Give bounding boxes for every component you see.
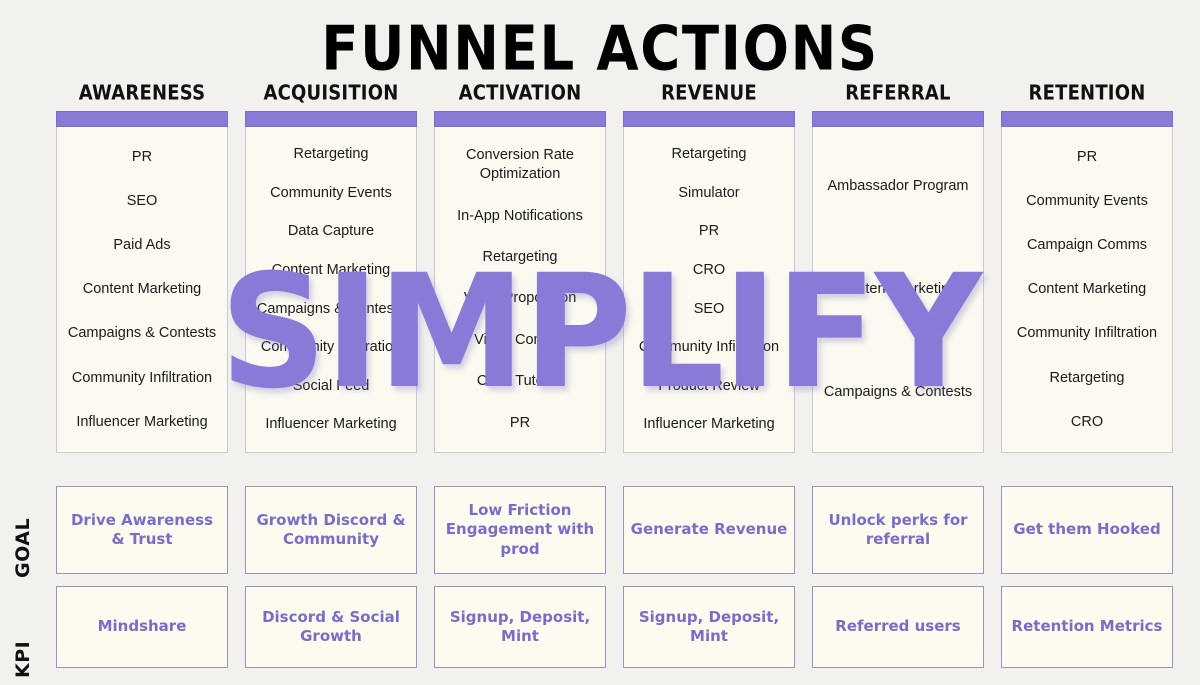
action-item: Simulator bbox=[678, 184, 740, 201]
goal-cell: Generate Revenue bbox=[623, 486, 795, 574]
action-item: PR bbox=[1076, 148, 1098, 165]
goal-cell: Get them Hooked bbox=[1001, 486, 1173, 574]
funnel-columns: AWARENESS PR SEO Paid Ads Content Marketing C… bbox=[56, 81, 1192, 453]
actions-list: Conversion Rate Optimization In-App Notif… bbox=[434, 127, 606, 453]
column-header-activation: ACTIVATION bbox=[458, 81, 582, 105]
action-item: Content Marketing bbox=[838, 281, 958, 298]
actions-list: Ambassador Program Content Marketing Campa… bbox=[812, 127, 984, 453]
action-item: Campaigns & Contests bbox=[67, 325, 217, 342]
column-accent-bar bbox=[245, 111, 417, 127]
action-item: Influencer Marketing bbox=[643, 416, 775, 433]
action-item: Retargeting bbox=[293, 146, 369, 163]
action-item: Community Events bbox=[270, 184, 392, 201]
action-item: Influencer Marketing bbox=[76, 413, 208, 430]
column-accent-bar bbox=[812, 111, 984, 127]
goal-row: Drive Awareness & Trust Growth Discord & … bbox=[56, 486, 1192, 574]
kpi-cell: Referred users bbox=[812, 586, 984, 668]
action-item: Value Proposition bbox=[463, 290, 577, 307]
action-item: SEO bbox=[126, 192, 158, 209]
action-item: Retargeting bbox=[482, 248, 558, 265]
kpi-cell: Signup, Deposit, Mint bbox=[623, 586, 795, 668]
goal-cell: Low Friction Engagement with prod bbox=[434, 486, 606, 574]
action-item: Campaigns & Contests bbox=[256, 300, 406, 317]
column-accent-bar bbox=[1001, 111, 1173, 127]
actions-list: Retargeting Community Events Data Capture C… bbox=[245, 127, 417, 453]
column-header-awareness: AWARENESS bbox=[78, 81, 206, 105]
action-item: CRO bbox=[692, 261, 726, 278]
funnel-column: AWARENESS PR SEO Paid Ads Content Marketing C… bbox=[56, 81, 228, 453]
action-item: Community Infiltration bbox=[1016, 325, 1158, 342]
goal-cell: Unlock perks for referral bbox=[812, 486, 984, 574]
funnel-column: ACQUISITION Retargeting Community Events Da… bbox=[245, 81, 417, 453]
action-item: Community Events bbox=[1026, 192, 1148, 209]
kpi-row: Mindshare Discord & Social Growth Signup, … bbox=[56, 586, 1192, 668]
action-item: Social Feed bbox=[292, 377, 370, 394]
column-accent-bar bbox=[434, 111, 606, 127]
column-header-referral: REFERRAL bbox=[845, 81, 951, 105]
goal-cell: Growth Discord & Community bbox=[245, 486, 417, 574]
kpi-cell: Mindshare bbox=[56, 586, 228, 668]
actions-list: PR Community Events Campaign Comms Content … bbox=[1001, 127, 1173, 453]
column-accent-bar bbox=[56, 111, 228, 127]
action-item: Content Marketing bbox=[82, 281, 202, 298]
funnel-column: REVENUE Retargeting Simulator PR CRO SEO Commu… bbox=[623, 81, 795, 453]
action-item: Ambassador Program bbox=[827, 178, 969, 195]
action-item: PR bbox=[131, 148, 153, 165]
action-item: Retargeting bbox=[1049, 369, 1125, 386]
action-item: Product Review bbox=[658, 377, 760, 394]
action-item: Conversion Rate Optimization bbox=[466, 147, 574, 183]
kpi-cell: Retention Metrics bbox=[1001, 586, 1173, 668]
actions-list: PR SEO Paid Ads Content Marketing Campaigns … bbox=[56, 127, 228, 453]
action-item: Content Marketing bbox=[271, 261, 391, 278]
action-item: In-App Notifications bbox=[457, 207, 583, 224]
kpi-cell: Signup, Deposit, Mint bbox=[434, 586, 606, 668]
kpi-cell: Discord & Social Growth bbox=[245, 586, 417, 668]
action-item: Campaigns & Contests bbox=[823, 384, 973, 401]
row-label-goal: GOAL bbox=[12, 517, 34, 578]
column-accent-bar bbox=[623, 111, 795, 127]
action-item: Video Content bbox=[474, 331, 566, 348]
action-item: Paid Ads bbox=[113, 237, 171, 254]
action-item: PR bbox=[698, 223, 720, 240]
action-item: Clear Tutorial bbox=[476, 373, 564, 390]
funnel-column: REFERRAL Ambassador Program Content Market… bbox=[812, 81, 984, 453]
action-item: Campaign Comms bbox=[1026, 237, 1148, 254]
row-label-kpi: KPI bbox=[12, 640, 34, 678]
goal-cell: Drive Awareness & Trust bbox=[56, 486, 228, 574]
action-item: Content Marketing bbox=[1027, 281, 1147, 298]
funnel-column: ACTIVATION Conversion Rate Optimization In… bbox=[434, 81, 606, 453]
page-title: FUNNEL ACTIONS bbox=[321, 14, 879, 85]
action-item: CRO bbox=[1070, 413, 1104, 430]
funnel-actions-board: FUNNEL ACTIONS AWARENESS PR SEO Paid Ads Con… bbox=[0, 0, 1200, 685]
column-header-revenue: REVENUE bbox=[661, 81, 757, 105]
action-item: Influencer Marketing bbox=[265, 416, 397, 433]
action-item: PR bbox=[509, 414, 531, 431]
action-item: Community Infiltration bbox=[71, 369, 213, 386]
action-item: Retargeting bbox=[671, 146, 747, 163]
funnel-column: RETENTION PR Community Events Campaign Comm… bbox=[1001, 81, 1173, 453]
action-item: Data Capture bbox=[287, 223, 375, 240]
action-item: Community Infiltration bbox=[638, 339, 780, 356]
action-item: SEO bbox=[693, 300, 725, 317]
action-item: Community Infiltration bbox=[260, 339, 402, 356]
actions-list: Retargeting Simulator PR CRO SEO Community In… bbox=[623, 127, 795, 453]
column-header-retention: RETENTION bbox=[1028, 81, 1146, 105]
column-header-acquisition: ACQUISITION bbox=[263, 81, 399, 105]
